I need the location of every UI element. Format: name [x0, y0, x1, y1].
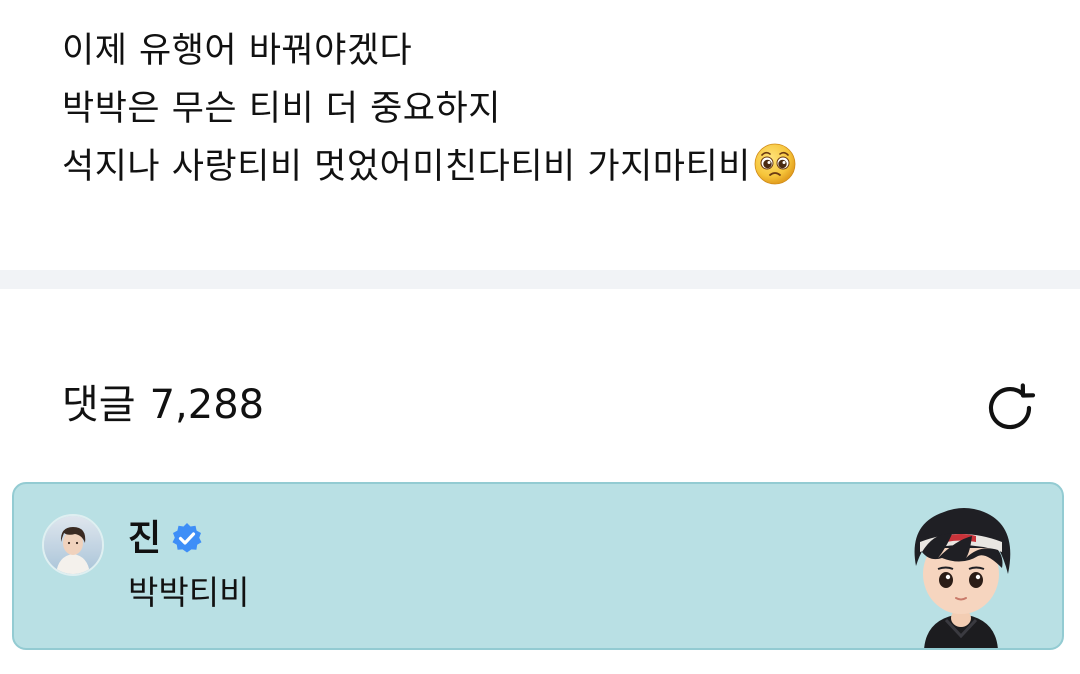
author-name[interactable]: 진: [128, 514, 161, 564]
post-line-3: 석지나 사랑티비 멋었어미친다티비 가지마티비: [62, 138, 1042, 196]
post-line-2: 박박은 무슨 티비 더 중요하지: [62, 89, 501, 129]
section-divider: [0, 270, 1080, 289]
pleading-face-emoji-icon: [754, 143, 796, 185]
post-body: 이제 유행어 바꿔야겠다 박박은 무슨 티비 더 중요하지 석지나 사랑티비 멋…: [62, 22, 1042, 196]
refresh-button[interactable]: [978, 376, 1042, 440]
comment-text: 박박티비: [128, 573, 250, 612]
comments-title: 댓글 7,288: [62, 380, 264, 430]
comments-count: 7,288: [149, 382, 265, 428]
post-line-1: 이제 유행어 바꿔야겠다: [62, 31, 413, 71]
post-line-3-text: 석지나 사랑티비 멋었어미친다티비 가지마티비: [62, 147, 751, 187]
avatar[interactable]: [42, 514, 104, 576]
refresh-icon: [988, 383, 1036, 430]
comments-label: 댓글: [62, 382, 136, 428]
author-row: 진: [128, 514, 205, 564]
character-sticker: [914, 508, 1011, 648]
verified-badge-icon: [172, 523, 202, 553]
pinned-comment[interactable]: 진 박박티비: [12, 482, 1064, 650]
avatar-image: [44, 516, 102, 574]
comments-header: 댓글 7,288: [62, 372, 1042, 442]
